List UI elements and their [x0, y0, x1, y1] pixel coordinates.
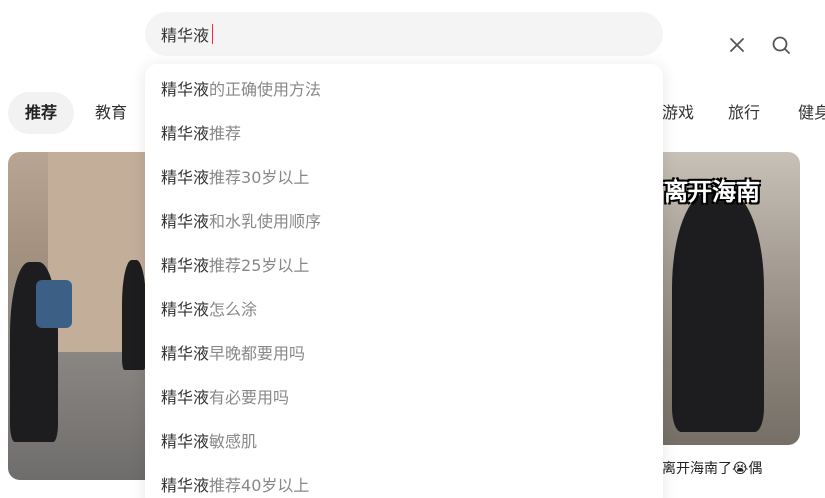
suggestion-keyword: 精华液 — [161, 212, 210, 231]
suggestion-keyword: 精华液 — [161, 432, 210, 451]
suggestion-item[interactable]: 精华液推荐25岁以上 — [145, 244, 663, 288]
suggestion-rest: 和水乳使用顺序 — [209, 212, 322, 231]
tab-education[interactable]: 教育 — [95, 92, 127, 134]
suggestion-keyword: 精华液 — [161, 344, 210, 363]
search-icon[interactable] — [770, 34, 792, 56]
search-box[interactable] — [145, 12, 790, 56]
tab-fitness[interactable]: 健身 — [798, 92, 825, 134]
suggestion-keyword: 精华液 — [161, 80, 210, 99]
suggestion-item[interactable]: 精华液早晚都要用吗 — [145, 332, 663, 376]
text-caret — [212, 24, 213, 44]
person-figure-background — [122, 260, 146, 370]
tab-games[interactable]: 游戏 — [662, 92, 694, 134]
suggestion-keyword: 精华液 — [161, 476, 210, 495]
feed-card-right-image[interactable]: 离开海南 — [640, 152, 800, 445]
suggestion-rest: 推荐30岁以上 — [209, 168, 310, 187]
suggestion-item[interactable]: 精华液推荐 — [145, 112, 663, 156]
suggestion-keyword: 精华液 — [161, 256, 210, 275]
search-suggestion-dropdown: 精华液的正确使用方法 精华液推荐 精华液推荐30岁以上 精华液和水乳使用顺序 精… — [145, 64, 663, 498]
suggestion-rest: 推荐25岁以上 — [209, 256, 310, 275]
suggestion-rest: 的正确使用方法 — [209, 80, 322, 99]
suggestion-keyword: 精华液 — [161, 124, 210, 143]
close-icon[interactable] — [726, 34, 748, 56]
suggestion-item[interactable]: 精华液的正确使用方法 — [145, 68, 663, 112]
suggestion-rest: 推荐40岁以上 — [209, 476, 310, 495]
suggestion-item[interactable]: 精华液有必要用吗 — [145, 376, 663, 420]
suggestion-keyword: 精华液 — [161, 388, 210, 407]
backpack — [36, 280, 72, 328]
suggestion-keyword: 精华液 — [161, 300, 210, 319]
suggestion-rest: 推荐 — [209, 124, 242, 143]
suggestion-item[interactable]: 精华液推荐40岁以上 — [145, 464, 663, 498]
suggestion-rest: 有必要用吗 — [209, 388, 290, 407]
suggestion-rest: 怎么涂 — [209, 300, 258, 319]
suggestion-item[interactable]: 精华液和水乳使用顺序 — [145, 200, 663, 244]
suggestion-rest: 早晚都要用吗 — [209, 344, 306, 363]
tab-travel[interactable]: 旅行 — [728, 92, 760, 134]
person-figure — [672, 192, 764, 432]
feed-card-right-caption[interactable]: 离开海南了😭偶 — [662, 458, 762, 478]
suggestion-rest: 敏感肌 — [209, 432, 258, 451]
card-overlay-title: 离开海南 — [664, 178, 760, 206]
suggestion-item[interactable]: 精华液怎么涂 — [145, 288, 663, 332]
suggestion-item[interactable]: 精华液推荐30岁以上 — [145, 156, 663, 200]
suggestion-item[interactable]: 精华液敏感肌 — [145, 420, 663, 464]
suggestion-keyword: 精华液 — [161, 168, 210, 187]
search-input[interactable] — [161, 12, 561, 56]
tab-recommend[interactable]: 推荐 — [8, 92, 75, 134]
